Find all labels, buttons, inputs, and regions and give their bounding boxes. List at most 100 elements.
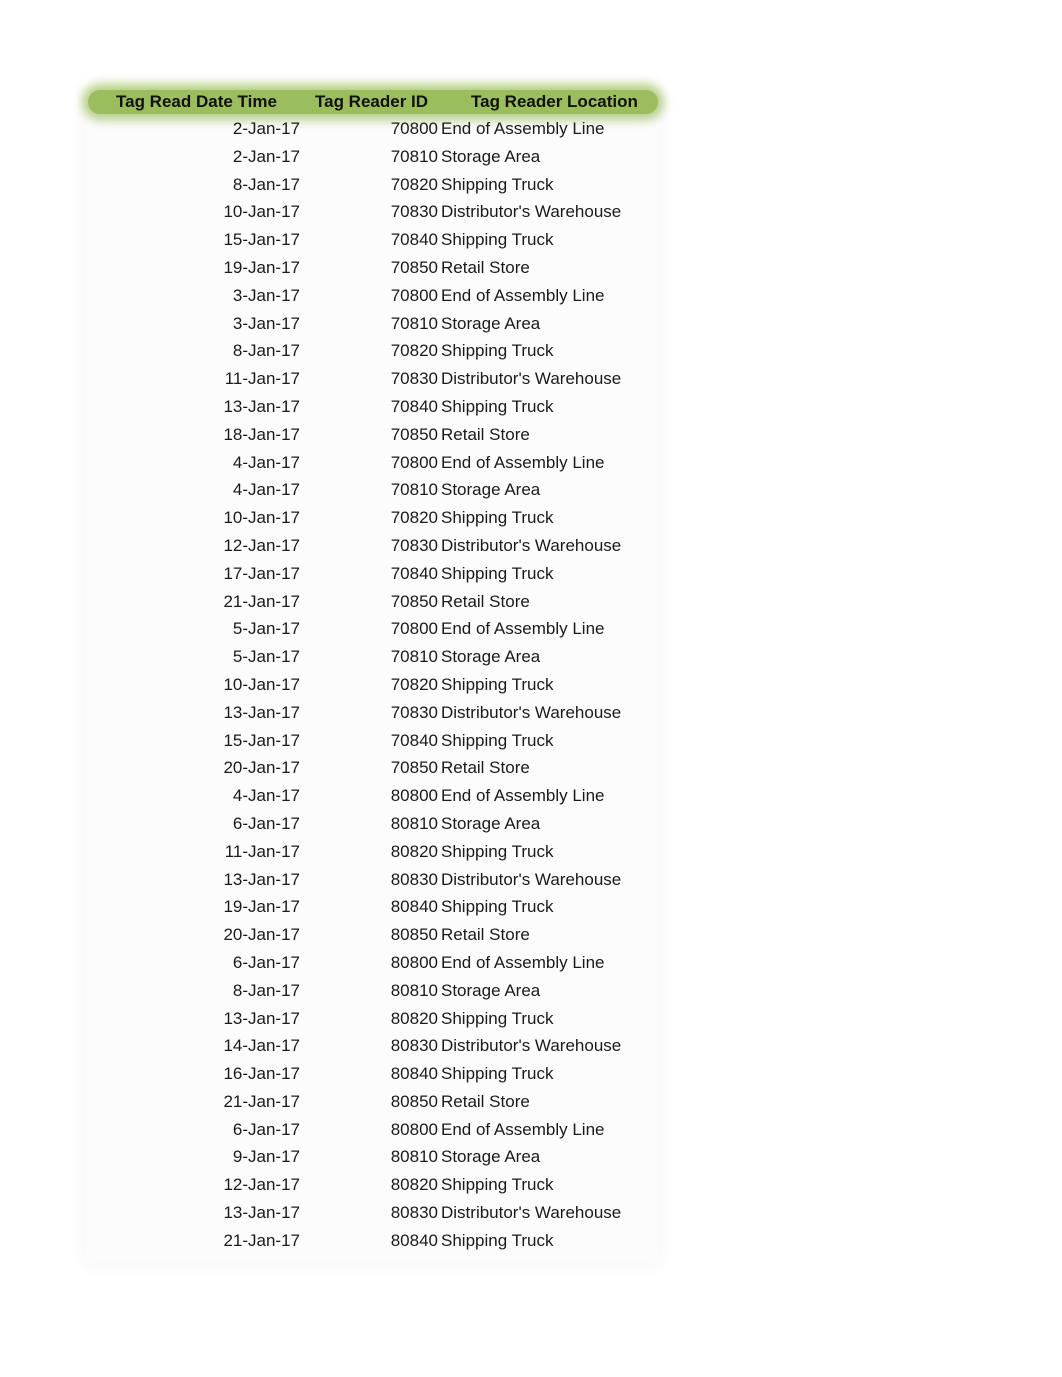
cell-tag-reader-location[interactable]: Shipping Truck: [441, 504, 553, 532]
cell-tag-reader-id[interactable]: 70840: [391, 393, 438, 421]
cell-tag-reader-id[interactable]: 80840: [391, 1227, 438, 1255]
cell-tag-reader-id[interactable]: 70840: [391, 226, 438, 254]
cell-tag-reader-location[interactable]: Shipping Truck: [441, 1171, 553, 1199]
cell-tag-reader-location[interactable]: End of Assembly Line: [441, 949, 604, 977]
cell-tag-reader-id[interactable]: 80820: [391, 1171, 438, 1199]
cell-tag-reader-id[interactable]: 80800: [391, 949, 438, 977]
cell-tag-reader-id[interactable]: 80850: [391, 921, 438, 949]
cell-tag-reader-location[interactable]: Distributor's Warehouse: [441, 866, 621, 894]
cell-tag-read-date[interactable]: 21-Jan-17: [223, 1227, 300, 1255]
cell-tag-reader-id[interactable]: 80820: [391, 838, 438, 866]
cell-tag-read-date[interactable]: 19-Jan-17: [223, 893, 300, 921]
cell-tag-reader-location[interactable]: Storage Area: [441, 1143, 540, 1171]
cell-tag-reader-id[interactable]: 70850: [391, 254, 438, 282]
cell-tag-read-date[interactable]: 8-Jan-17: [233, 171, 300, 199]
cell-tag-reader-location[interactable]: Distributor's Warehouse: [441, 1199, 621, 1227]
cell-tag-reader-location[interactable]: Retail Store: [441, 421, 530, 449]
cell-tag-reader-location[interactable]: Shipping Truck: [441, 171, 553, 199]
cell-tag-read-date[interactable]: 5-Jan-17: [233, 643, 300, 671]
cell-tag-read-date[interactable]: 3-Jan-17: [233, 310, 300, 338]
cell-tag-reader-location[interactable]: Shipping Truck: [441, 560, 553, 588]
cell-tag-reader-location[interactable]: Shipping Truck: [441, 393, 553, 421]
cell-tag-reader-location[interactable]: Shipping Truck: [441, 226, 553, 254]
cell-tag-read-date[interactable]: 4-Jan-17: [233, 449, 300, 477]
cell-tag-reader-id[interactable]: 70830: [391, 699, 438, 727]
cell-tag-read-date[interactable]: 4-Jan-17: [233, 476, 300, 504]
cell-tag-reader-id[interactable]: 70810: [391, 143, 438, 171]
cell-tag-reader-id[interactable]: 70820: [391, 504, 438, 532]
cell-tag-reader-id[interactable]: 80830: [391, 1199, 438, 1227]
cell-tag-reader-location[interactable]: Storage Area: [441, 810, 540, 838]
cell-tag-reader-location[interactable]: Retail Store: [441, 921, 530, 949]
cell-tag-read-date[interactable]: 11-Jan-17: [225, 838, 300, 866]
cell-tag-read-date[interactable]: 11-Jan-17: [225, 365, 300, 393]
cell-tag-reader-id[interactable]: 80840: [391, 1060, 438, 1088]
cell-tag-read-date[interactable]: 13-Jan-17: [223, 866, 300, 894]
cell-tag-read-date[interactable]: 21-Jan-17: [223, 1088, 300, 1116]
cell-tag-reader-id[interactable]: 70820: [391, 671, 438, 699]
cell-tag-read-date[interactable]: 2-Jan-17: [233, 115, 300, 143]
cell-tag-reader-location[interactable]: Storage Area: [441, 643, 540, 671]
cell-tag-read-date[interactable]: 6-Jan-17: [233, 1116, 300, 1144]
cell-tag-reader-id[interactable]: 80800: [391, 782, 438, 810]
cell-tag-reader-location[interactable]: Retail Store: [441, 1088, 530, 1116]
cell-tag-read-date[interactable]: 8-Jan-17: [233, 337, 300, 365]
cell-tag-reader-id[interactable]: 80820: [391, 1005, 438, 1033]
cell-tag-reader-location[interactable]: Shipping Truck: [441, 838, 553, 866]
cell-tag-read-date[interactable]: 17-Jan-17: [223, 560, 300, 588]
cell-tag-read-date[interactable]: 13-Jan-17: [223, 699, 300, 727]
cell-tag-read-date[interactable]: 20-Jan-17: [223, 754, 300, 782]
cell-tag-reader-id[interactable]: 70850: [391, 588, 438, 616]
cell-tag-reader-id[interactable]: 80830: [391, 866, 438, 894]
cell-tag-reader-location[interactable]: Shipping Truck: [441, 671, 553, 699]
cell-tag-reader-location[interactable]: Retail Store: [441, 754, 530, 782]
cell-tag-reader-id[interactable]: 80840: [391, 893, 438, 921]
cell-tag-reader-location[interactable]: Distributor's Warehouse: [441, 532, 621, 560]
cell-tag-reader-id[interactable]: 70840: [391, 560, 438, 588]
cell-tag-reader-location[interactable]: End of Assembly Line: [441, 115, 604, 143]
cell-tag-reader-location[interactable]: End of Assembly Line: [441, 449, 604, 477]
cell-tag-reader-id[interactable]: 80850: [391, 1088, 438, 1116]
cell-tag-reader-location[interactable]: Distributor's Warehouse: [441, 198, 621, 226]
cell-tag-reader-id[interactable]: 70850: [391, 421, 438, 449]
cell-tag-reader-location[interactable]: Shipping Truck: [441, 1227, 553, 1255]
cell-tag-reader-id[interactable]: 70820: [391, 171, 438, 199]
cell-tag-read-date[interactable]: 16-Jan-17: [223, 1060, 300, 1088]
cell-tag-reader-location[interactable]: Distributor's Warehouse: [441, 1032, 621, 1060]
cell-tag-reader-location[interactable]: Retail Store: [441, 588, 530, 616]
cell-tag-read-date[interactable]: 10-Jan-17: [223, 671, 300, 699]
cell-tag-reader-location[interactable]: End of Assembly Line: [441, 615, 604, 643]
cell-tag-reader-location[interactable]: Distributor's Warehouse: [441, 365, 621, 393]
cell-tag-read-date[interactable]: 13-Jan-17: [223, 393, 300, 421]
cell-tag-reader-id[interactable]: 70810: [391, 310, 438, 338]
cell-tag-read-date[interactable]: 6-Jan-17: [233, 810, 300, 838]
cell-tag-read-date[interactable]: 12-Jan-17: [223, 532, 300, 560]
cell-tag-reader-id[interactable]: 80810: [391, 1143, 438, 1171]
cell-tag-read-date[interactable]: 13-Jan-17: [223, 1005, 300, 1033]
cell-tag-reader-id[interactable]: 70820: [391, 337, 438, 365]
cell-tag-read-date[interactable]: 8-Jan-17: [233, 977, 300, 1005]
cell-tag-reader-id[interactable]: 70830: [391, 532, 438, 560]
cell-tag-read-date[interactable]: 9-Jan-17: [233, 1143, 300, 1171]
cell-tag-read-date[interactable]: 12-Jan-17: [223, 1171, 300, 1199]
cell-tag-read-date[interactable]: 13-Jan-17: [223, 1199, 300, 1227]
cell-tag-reader-id[interactable]: 70830: [391, 365, 438, 393]
cell-tag-reader-id[interactable]: 80830: [391, 1032, 438, 1060]
cell-tag-reader-id[interactable]: 70850: [391, 754, 438, 782]
cell-tag-reader-id[interactable]: 80810: [391, 810, 438, 838]
cell-tag-reader-location[interactable]: Storage Area: [441, 143, 540, 171]
cell-tag-reader-location[interactable]: Shipping Truck: [441, 1005, 553, 1033]
cell-tag-reader-location[interactable]: Distributor's Warehouse: [441, 699, 621, 727]
cell-tag-read-date[interactable]: 18-Jan-17: [223, 421, 300, 449]
cell-tag-read-date[interactable]: 21-Jan-17: [223, 588, 300, 616]
cell-tag-reader-id[interactable]: 70800: [391, 449, 438, 477]
cell-tag-read-date[interactable]: 19-Jan-17: [223, 254, 300, 282]
cell-tag-reader-location[interactable]: End of Assembly Line: [441, 782, 604, 810]
cell-tag-reader-location[interactable]: Shipping Truck: [441, 1060, 553, 1088]
cell-tag-reader-id[interactable]: 70800: [391, 615, 438, 643]
cell-tag-reader-location[interactable]: Retail Store: [441, 254, 530, 282]
cell-tag-read-date[interactable]: 3-Jan-17: [233, 282, 300, 310]
cell-tag-reader-id[interactable]: 80800: [391, 1116, 438, 1144]
cell-tag-reader-id[interactable]: 70810: [391, 476, 438, 504]
cell-tag-reader-id[interactable]: 80810: [391, 977, 438, 1005]
